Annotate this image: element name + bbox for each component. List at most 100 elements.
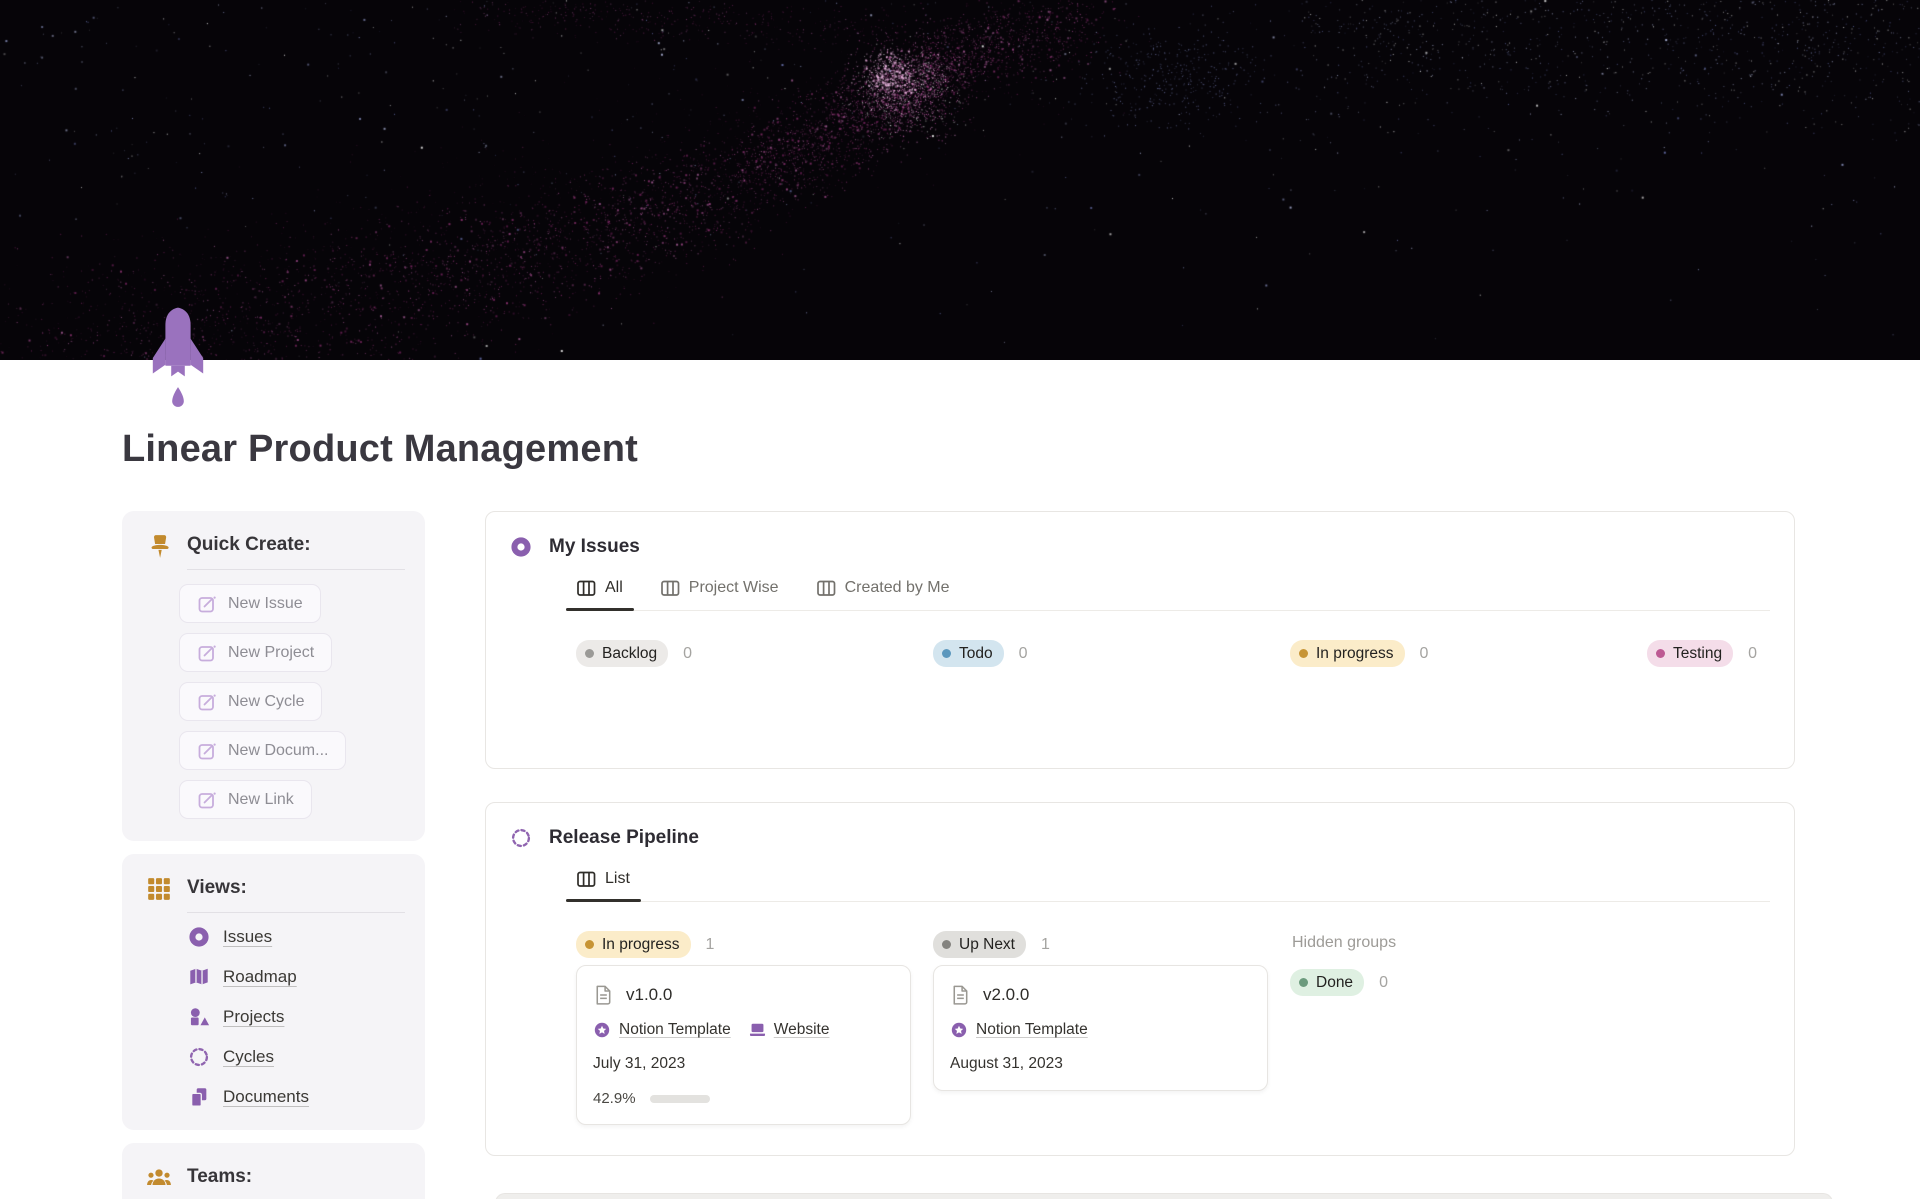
status-label: Backlog: [602, 644, 658, 662]
board-column-backlog: Backlog 0: [576, 640, 933, 667]
new-issue-button[interactable]: New Issue: [179, 584, 321, 623]
progress-label: 42.9%: [593, 1090, 636, 1107]
divider: [187, 912, 405, 913]
new-document-button[interactable]: New Docum...: [179, 731, 347, 770]
sidebar-link-issues[interactable]: Issues: [188, 926, 405, 948]
group-count: 0: [1018, 644, 1028, 662]
status-label: Up Next: [959, 935, 1015, 953]
status-label: Testing: [1673, 644, 1723, 662]
quick-create-heading: Quick Create:: [187, 534, 311, 555]
board-column-up-next: Up Next 1 v2.0.0 Notion Template August …: [933, 931, 1290, 1125]
board-icon: [816, 580, 836, 597]
button-label: New Link: [228, 790, 294, 808]
group-count: 0: [1379, 973, 1388, 991]
link-label: Projects: [223, 1007, 285, 1026]
release-board: In progress 1 v1.0.0 Notion Template Web…: [576, 931, 1770, 1125]
tab-label: All: [605, 579, 623, 596]
status-dot: [942, 649, 951, 658]
release-card-v1[interactable]: v1.0.0 Notion Template Website July 31, …: [576, 965, 911, 1125]
tab-label: Project Wise: [688, 579, 779, 596]
new-project-button[interactable]: New Project: [179, 633, 333, 672]
status-badge-in-progress[interactable]: In progress: [576, 931, 691, 958]
link-label: Documents: [223, 1087, 309, 1106]
sidebar-link-cycles[interactable]: Cycles: [188, 1046, 405, 1068]
view-tabs: All Project Wise Created by Me: [566, 571, 1770, 611]
sidebar: Quick Create: New Issue New Project New …: [122, 511, 425, 1199]
pages-icon: [188, 1086, 210, 1108]
tab-label: List: [605, 870, 630, 887]
page-icon: [593, 984, 613, 1006]
status-badge-backlog[interactable]: Backlog: [576, 640, 669, 667]
compose-icon: [197, 692, 217, 712]
tab-list[interactable]: List: [566, 862, 641, 902]
link-label: Notion Template: [619, 1021, 731, 1038]
button-label: New Cycle: [228, 692, 305, 710]
rocket-page-icon[interactable]: [147, 307, 209, 409]
laptop-icon: [748, 1021, 766, 1039]
status-badge-up-next[interactable]: Up Next: [933, 931, 1026, 958]
sidebar-link-documents[interactable]: Documents: [188, 1086, 405, 1108]
status-dot: [1656, 649, 1665, 658]
board-column-in-progress: In progress 0: [1290, 640, 1647, 667]
views-heading: Views:: [187, 877, 247, 898]
people-icon: [146, 1165, 172, 1191]
link-notion-template[interactable]: Notion Template: [593, 1021, 731, 1039]
tab-project-wise[interactable]: Project Wise: [650, 571, 790, 610]
pushpin-icon: [146, 533, 172, 559]
star-circle-icon: [593, 1021, 611, 1039]
link-label: Website: [773, 1021, 830, 1038]
grid-icon: [146, 876, 172, 902]
page-body: Quick Create: New Issue New Project New …: [0, 472, 1920, 1199]
dashed-circle-icon: [510, 827, 532, 849]
status-label: In progress: [1316, 644, 1394, 662]
board-column-hidden-groups: Hidden groups Done 0: [1290, 931, 1396, 1125]
compose-icon: [197, 790, 217, 810]
release-pipeline-card: Release Pipeline List In progress 1 v1.0…: [485, 802, 1795, 1156]
space-nebula-image: [0, 0, 1920, 360]
board-column-testing: Testing 0: [1647, 640, 1757, 667]
page-icon: [950, 984, 970, 1006]
group-count: 0: [683, 644, 693, 662]
tab-all[interactable]: All: [566, 571, 634, 611]
main-column: My Issues All Project Wise Created by Me: [485, 511, 1833, 1199]
group-count: 1: [705, 935, 715, 953]
status-badge-testing[interactable]: Testing: [1647, 640, 1734, 667]
donut-icon: [188, 926, 210, 948]
link-website[interactable]: Website: [748, 1021, 830, 1039]
dashed-circle-icon: [188, 1046, 210, 1068]
divider: [187, 569, 405, 570]
new-cycle-button[interactable]: New Cycle: [179, 682, 323, 721]
status-badge-done[interactable]: Done: [1290, 969, 1365, 996]
sidebar-link-roadmap[interactable]: Roadmap: [188, 966, 405, 988]
release-card-v2[interactable]: v2.0.0 Notion Template August 31, 2023: [933, 965, 1268, 1091]
link-notion-template[interactable]: Notion Template: [950, 1021, 1088, 1039]
views-card: Views: Issues Roadmap Projects Cycles Do…: [122, 854, 425, 1130]
link-label: Roadmap: [223, 967, 297, 986]
status-badge-todo[interactable]: Todo: [933, 640, 1004, 667]
compose-icon: [197, 643, 217, 663]
status-label: In progress: [602, 935, 680, 953]
status-badge-in-progress[interactable]: In progress: [1290, 640, 1405, 667]
button-label: New Issue: [228, 594, 303, 612]
teams-card: Teams:: [122, 1143, 425, 1199]
status-board: Backlog 0 Todo 0 In progress 0 Testing 0: [576, 640, 1770, 667]
new-link-button[interactable]: New Link: [179, 780, 312, 819]
board-icon: [577, 580, 596, 597]
tab-created-by-me[interactable]: Created by Me: [806, 571, 961, 610]
group-count: 0: [1419, 644, 1429, 662]
quick-create-card: Quick Create: New Issue New Project New …: [122, 511, 425, 841]
compose-icon: [197, 594, 217, 614]
hidden-groups-label[interactable]: Hidden groups: [1290, 931, 1396, 952]
next-section-top-edge: [495, 1193, 1833, 1199]
status-dot: [1299, 978, 1308, 987]
teams-heading: Teams:: [187, 1166, 253, 1187]
status-label: Todo: [959, 644, 993, 662]
sidebar-link-projects[interactable]: Projects: [188, 1006, 405, 1028]
status-label: Done: [1316, 973, 1354, 991]
notion-page: Linear Product Management Quick Create:: [0, 0, 1920, 1199]
star-circle-icon: [950, 1021, 968, 1039]
page-title[interactable]: Linear Product Management: [0, 360, 1920, 472]
link-label: Cycles: [223, 1047, 275, 1066]
board-icon: [577, 871, 596, 888]
shapes-icon: [188, 1006, 210, 1028]
